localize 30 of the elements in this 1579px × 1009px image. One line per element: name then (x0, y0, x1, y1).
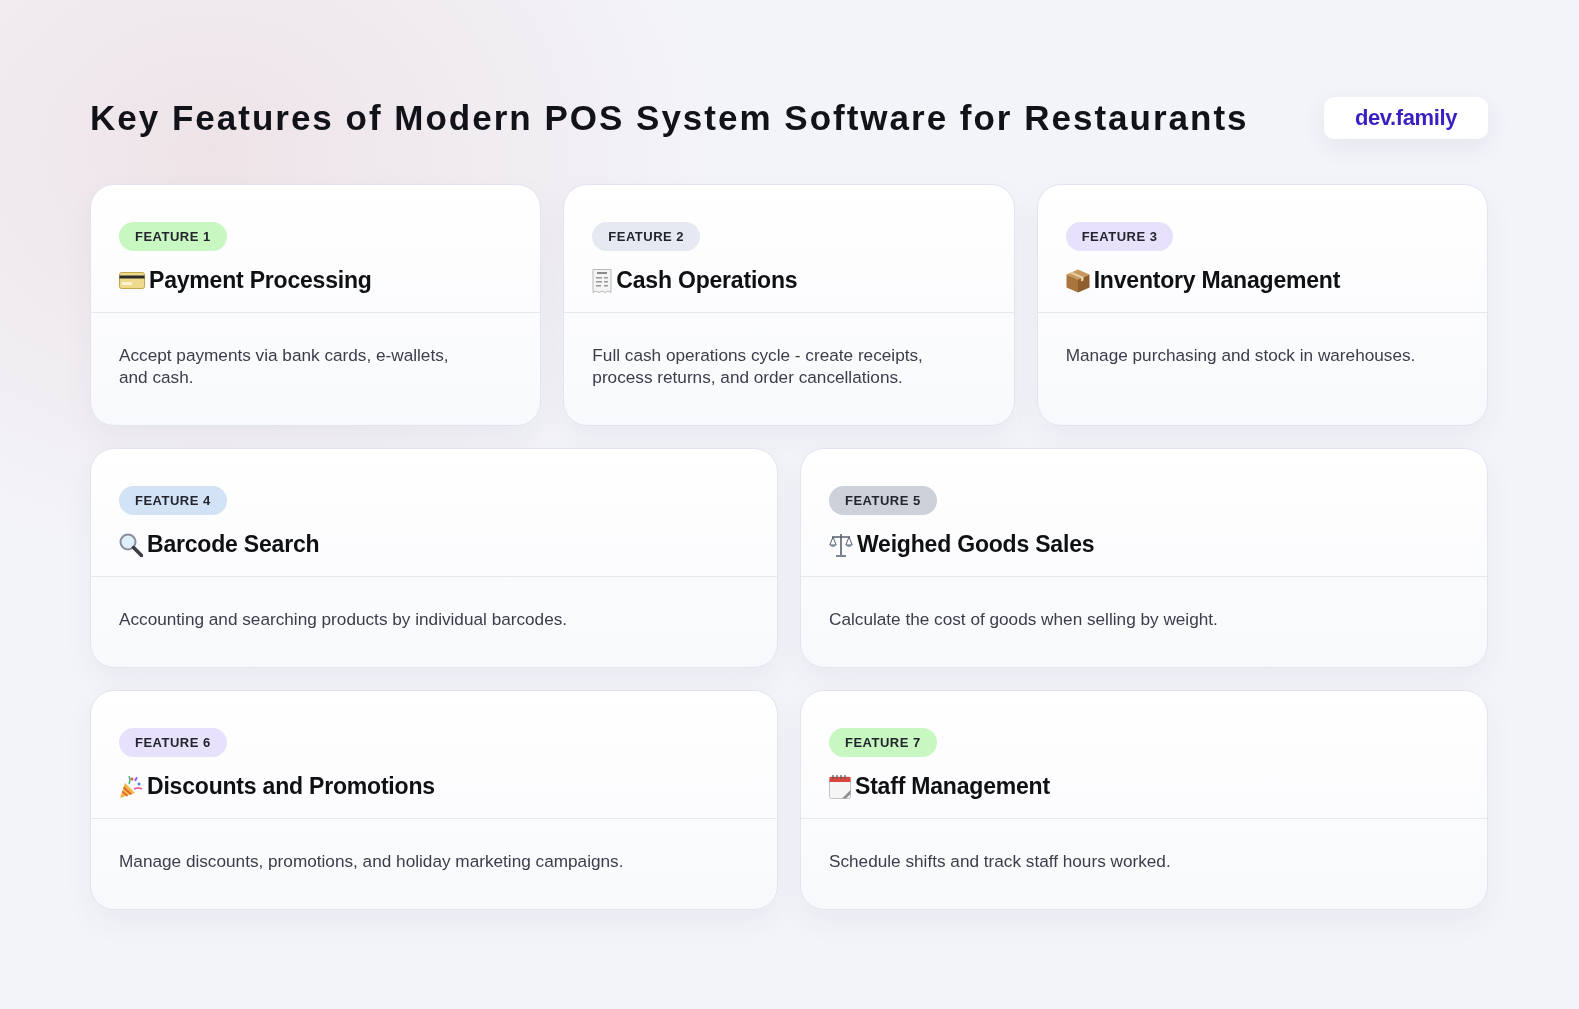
credit-card-icon (119, 272, 145, 289)
feature-tag: FEATURE 1 (119, 222, 227, 251)
feature-description: Manage purchasing and stock in warehouses. (1065, 344, 1417, 366)
calendar-icon (829, 774, 851, 799)
feature-description: Accounting and searching products by individual barcodes. (119, 608, 569, 630)
feature-title: Barcode Search (147, 531, 320, 558)
feature-description: Manage discounts, promotions, and holiday marketing campaigns. (119, 850, 625, 872)
feature-description: Accept payments via bank cards, e-wallets, and cash. (119, 344, 450, 388)
feature-title: Staff Management (855, 773, 1050, 800)
feature-title: Payment Processing (149, 267, 372, 294)
feature-title: Cash Operations (616, 267, 798, 294)
cardboard-box-icon (1065, 268, 1090, 293)
logo: dev.family (1324, 96, 1488, 139)
balance-scale-icon (829, 532, 853, 557)
feature-tag: FEATURE 7 (829, 728, 937, 757)
feature-description: Full cash operations cycle - create receipts, process returns, and order cancellations. (592, 344, 924, 388)
feature-tag: FEATURE 4 (119, 486, 227, 515)
feature-title: Weighed Goods Sales (857, 531, 1095, 558)
feature-tag: FEATURE 3 (1065, 222, 1174, 251)
feature-tag: FEATURE 6 (119, 728, 227, 757)
feature-title: Discounts and Promotions (147, 773, 435, 800)
feature-tag: FEATURE 5 (829, 486, 937, 515)
feature-description: Calculate the cost of goods when selling by weight. (829, 608, 1219, 630)
party-popper-icon (119, 774, 143, 799)
receipt-icon (592, 268, 613, 293)
feature-tag: FEATURE 2 (592, 222, 701, 251)
page-title: Key Features of Modern POS System Software for Restaurants (90, 97, 1249, 138)
feature-title: Inventory Management (1093, 267, 1341, 294)
magnifier-icon (119, 532, 143, 557)
feature-description: Schedule shifts and track staff hours worked. (829, 850, 1172, 872)
